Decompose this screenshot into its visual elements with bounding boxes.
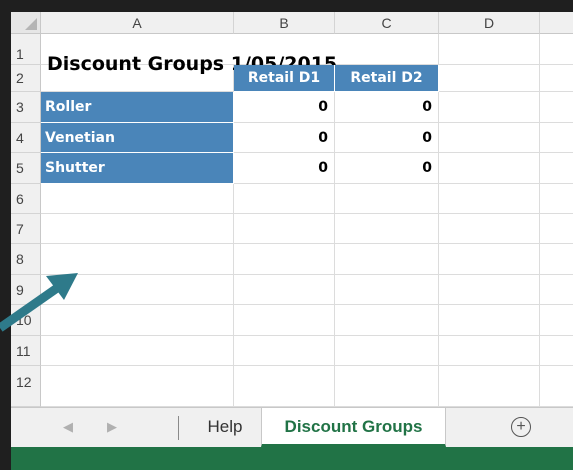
grid-cell[interactable] bbox=[540, 336, 573, 366]
grid-cell[interactable] bbox=[335, 244, 439, 275]
grid-cell[interactable] bbox=[335, 214, 439, 244]
cell-shutter-d1[interactable]: 0 bbox=[234, 153, 335, 184]
grid-cell[interactable] bbox=[335, 305, 439, 336]
row-header-1[interactable]: 1 bbox=[11, 34, 41, 65]
grid-cell[interactable] bbox=[234, 184, 335, 214]
row-header-12[interactable]: 12 bbox=[11, 366, 41, 407]
header-retail-d2[interactable]: Retail D2 bbox=[335, 65, 439, 92]
column-header-b[interactable]: B bbox=[234, 12, 335, 34]
select-all-corner[interactable] bbox=[11, 12, 41, 34]
row-header-3[interactable]: 3 bbox=[11, 92, 41, 123]
grid-cell[interactable] bbox=[439, 184, 540, 214]
row-header-7[interactable]: 7 bbox=[11, 214, 41, 244]
grid-cell[interactable] bbox=[540, 244, 573, 275]
row-header-4[interactable]: 4 bbox=[11, 123, 41, 153]
grid-cell[interactable] bbox=[439, 305, 540, 336]
grid-cell[interactable] bbox=[439, 92, 540, 123]
column-header-a[interactable]: A bbox=[41, 12, 234, 34]
column-header-e[interactable] bbox=[540, 12, 573, 34]
grid-cell[interactable] bbox=[540, 214, 573, 244]
grid-cell[interactable] bbox=[335, 34, 439, 65]
row-header-6[interactable]: 6 bbox=[11, 184, 41, 214]
grid-cell[interactable] bbox=[540, 275, 573, 305]
grid-cell[interactable] bbox=[335, 184, 439, 214]
grid-cell[interactable] bbox=[335, 366, 439, 407]
scroll-tabs-left-icon[interactable]: ◀ bbox=[63, 419, 73, 435]
grid-cell[interactable] bbox=[335, 275, 439, 305]
grid-cell[interactable] bbox=[540, 305, 573, 336]
annotation-arrow-shaft bbox=[0, 282, 63, 332]
sheet-tab-bar: ◀ ▶ Help Discount Groups + bbox=[11, 407, 573, 447]
grid-cell[interactable] bbox=[41, 336, 234, 366]
row-label-shutter[interactable]: Shutter bbox=[41, 153, 234, 184]
cell-roller-d2[interactable]: 0 bbox=[335, 92, 439, 123]
grid-cell[interactable] bbox=[439, 65, 540, 92]
row-header-11[interactable]: 11 bbox=[11, 336, 41, 366]
grid-cell[interactable] bbox=[439, 123, 540, 153]
grid-cell[interactable] bbox=[335, 336, 439, 366]
grid-cell[interactable] bbox=[41, 366, 234, 407]
grid-cell[interactable] bbox=[439, 336, 540, 366]
cell-venetian-d2[interactable]: 0 bbox=[335, 123, 439, 153]
row-header-2[interactable]: 2 bbox=[11, 65, 41, 92]
cell-shutter-d2[interactable]: 0 bbox=[335, 153, 439, 184]
header-retail-d1[interactable]: Retail D1 bbox=[234, 65, 335, 92]
excel-window: A B C D 1 2 3 4 5 6 7 8 9 10 11 12 Disco… bbox=[11, 12, 573, 470]
grid-cell[interactable] bbox=[234, 275, 335, 305]
scroll-tabs-right-icon[interactable]: ▶ bbox=[107, 419, 117, 435]
grid-cell[interactable] bbox=[41, 214, 234, 244]
grid-cell[interactable] bbox=[540, 34, 573, 65]
grid-cell[interactable] bbox=[439, 153, 540, 184]
grid-cell[interactable] bbox=[540, 65, 573, 92]
grid-cell[interactable] bbox=[540, 123, 573, 153]
grid-cell[interactable] bbox=[439, 214, 540, 244]
tab-separator bbox=[178, 416, 179, 440]
select-all-triangle-icon bbox=[25, 18, 37, 30]
column-header-c[interactable]: C bbox=[335, 12, 439, 34]
grid-cell[interactable] bbox=[540, 366, 573, 407]
grid-cell[interactable] bbox=[540, 153, 573, 184]
status-bar bbox=[11, 447, 573, 470]
grid-cell[interactable] bbox=[41, 184, 234, 214]
grid-cell[interactable] bbox=[439, 34, 540, 65]
grid-cell[interactable] bbox=[439, 366, 540, 407]
grid-cell[interactable] bbox=[540, 184, 573, 214]
grid-cell[interactable] bbox=[439, 244, 540, 275]
grid-cell[interactable] bbox=[234, 366, 335, 407]
row-label-roller[interactable]: Roller bbox=[41, 92, 234, 123]
row-header-5[interactable]: 5 bbox=[11, 153, 41, 184]
tab-discount-groups[interactable]: Discount Groups bbox=[261, 408, 446, 447]
grid-cell[interactable] bbox=[234, 305, 335, 336]
grid-cell[interactable] bbox=[234, 336, 335, 366]
add-sheet-icon[interactable]: + bbox=[511, 417, 531, 437]
grid-cell[interactable] bbox=[540, 92, 573, 123]
cell-roller-d1[interactable]: 0 bbox=[234, 92, 335, 123]
annotation-arrow-icon bbox=[0, 273, 78, 332]
column-header-d[interactable]: D bbox=[439, 12, 540, 34]
tab-help[interactable]: Help bbox=[189, 408, 261, 447]
grid-cell[interactable] bbox=[439, 275, 540, 305]
grid-cell[interactable] bbox=[234, 214, 335, 244]
cell-venetian-d1[interactable]: 0 bbox=[234, 123, 335, 153]
grid-cell[interactable] bbox=[234, 244, 335, 275]
row-label-venetian[interactable]: Venetian bbox=[41, 123, 234, 153]
